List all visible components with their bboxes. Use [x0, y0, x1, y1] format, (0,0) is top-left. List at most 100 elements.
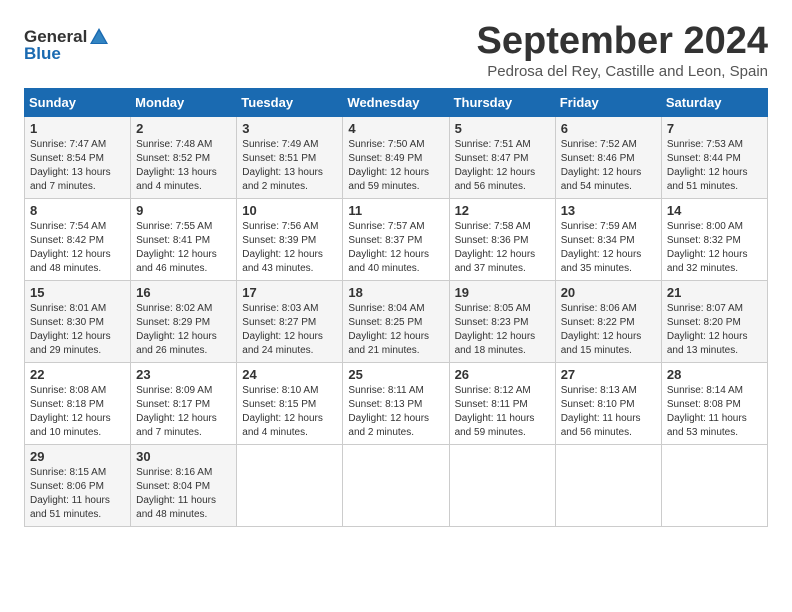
day-info: Sunrise: 8:04 AMSunset: 8:25 PMDaylight:… — [348, 302, 443, 358]
day-number: 11 — [348, 203, 443, 218]
day-cell-20: 20 Sunrise: 8:06 AMSunset: 8:22 PMDayligh… — [555, 281, 661, 363]
day-cell-11: 11 Sunrise: 7:57 AMSunset: 8:37 PMDayligh… — [343, 199, 449, 281]
day-number: 17 — [242, 285, 337, 300]
day-info: Sunrise: 7:53 AMSunset: 8:44 PMDaylight:… — [667, 138, 762, 194]
day-cell-26: 26 Sunrise: 8:12 AMSunset: 8:11 PMDayligh… — [449, 363, 555, 445]
day-number: 12 — [455, 203, 550, 218]
week-row-2: 8Sunrise: 7:54 AMSunset: 8:42 PMDaylight… — [25, 199, 768, 281]
empty-cell — [555, 445, 661, 527]
day-info: Sunrise: 7:54 AMSunset: 8:42 PMDaylight:… — [30, 220, 125, 276]
column-header-sunday: Sunday — [25, 89, 131, 117]
day-info: Sunrise: 8:10 AMSunset: 8:15 PMDaylight:… — [242, 384, 337, 440]
day-info: Sunrise: 8:12 AMSunset: 8:11 PMDaylight:… — [455, 384, 550, 440]
day-cell-27: 27 Sunrise: 8:13 AMSunset: 8:10 PMDayligh… — [555, 363, 661, 445]
day-number: 16 — [136, 285, 231, 300]
day-cell-9: 9 Sunrise: 7:55 AMSunset: 8:41 PMDaylight… — [131, 199, 237, 281]
day-number: 13 — [561, 203, 656, 218]
logo-icon — [88, 26, 110, 48]
day-number: 1 — [30, 121, 125, 136]
day-info: Sunrise: 8:07 AMSunset: 8:20 PMDaylight:… — [667, 302, 762, 358]
day-cell-21: 21 Sunrise: 8:07 AMSunset: 8:20 PMDayligh… — [661, 281, 767, 363]
day-cell-18: 18 Sunrise: 8:04 AMSunset: 8:25 PMDayligh… — [343, 281, 449, 363]
day-number: 23 — [136, 367, 231, 382]
week-row-5: 29Sunrise: 8:15 AMSunset: 8:06 PMDayligh… — [25, 445, 768, 527]
calendar-subtitle: Pedrosa del Rey, Castille and Leon, Spai… — [477, 63, 769, 80]
column-header-saturday: Saturday — [661, 89, 767, 117]
day-cell-19: 19 Sunrise: 8:05 AMSunset: 8:23 PMDayligh… — [449, 281, 555, 363]
day-cell-10: 10 Sunrise: 7:56 AMSunset: 8:39 PMDayligh… — [237, 199, 343, 281]
day-cell-5: 5 Sunrise: 7:51 AMSunset: 8:47 PMDaylight… — [449, 117, 555, 199]
header-row: SundayMondayTuesdayWednesdayThursdayFrid… — [25, 89, 768, 117]
column-header-wednesday: Wednesday — [343, 89, 449, 117]
day-number: 25 — [348, 367, 443, 382]
day-number: 19 — [455, 285, 550, 300]
day-info: Sunrise: 7:49 AMSunset: 8:51 PMDaylight:… — [242, 138, 337, 194]
week-row-1: 1 Sunrise: 7:47 AMSunset: 8:54 PMDaylight… — [25, 117, 768, 199]
empty-cell — [449, 445, 555, 527]
day-cell-23: 23 Sunrise: 8:09 AMSunset: 8:17 PMDayligh… — [131, 363, 237, 445]
day-cell-25: 25 Sunrise: 8:11 AMSunset: 8:13 PMDayligh… — [343, 363, 449, 445]
day-info: Sunrise: 7:56 AMSunset: 8:39 PMDaylight:… — [242, 220, 337, 276]
day-number: 5 — [455, 121, 550, 136]
calendar-table: SundayMondayTuesdayWednesdayThursdayFrid… — [24, 88, 768, 527]
calendar-title: September 2024 — [477, 20, 769, 63]
day-number: 20 — [561, 285, 656, 300]
column-header-monday: Monday — [131, 89, 237, 117]
day-info: Sunrise: 8:05 AMSunset: 8:23 PMDaylight:… — [455, 302, 550, 358]
day-info: Sunrise: 7:52 AMSunset: 8:46 PMDaylight:… — [561, 138, 656, 194]
day-info: Sunrise: 7:55 AMSunset: 8:41 PMDaylight:… — [136, 220, 231, 276]
day-cell-16: 16 Sunrise: 8:02 AMSunset: 8:29 PMDayligh… — [131, 281, 237, 363]
day-info: Sunrise: 7:59 AMSunset: 8:34 PMDaylight:… — [561, 220, 656, 276]
day-info: Sunrise: 8:08 AMSunset: 8:18 PMDaylight:… — [30, 384, 125, 440]
day-number: 29 — [30, 449, 125, 464]
day-number: 27 — [561, 367, 656, 382]
day-number: 14 — [667, 203, 762, 218]
day-info: Sunrise: 8:13 AMSunset: 8:10 PMDaylight:… — [561, 384, 656, 440]
day-info: Sunrise: 8:11 AMSunset: 8:13 PMDaylight:… — [348, 384, 443, 440]
day-number: 18 — [348, 285, 443, 300]
day-number: 10 — [242, 203, 337, 218]
day-number: 22 — [30, 367, 125, 382]
logo: General Blue — [24, 20, 111, 64]
day-number: 7 — [667, 121, 762, 136]
logo-blue: Blue — [24, 44, 61, 64]
day-cell-29: 29Sunrise: 8:15 AMSunset: 8:06 PMDayligh… — [25, 445, 131, 527]
column-header-tuesday: Tuesday — [237, 89, 343, 117]
day-cell-4: 4 Sunrise: 7:50 AMSunset: 8:49 PMDaylight… — [343, 117, 449, 199]
day-number: 4 — [348, 121, 443, 136]
day-info: Sunrise: 8:02 AMSunset: 8:29 PMDaylight:… — [136, 302, 231, 358]
day-cell-30: 30 Sunrise: 8:16 AMSunset: 8:04 PMDayligh… — [131, 445, 237, 527]
day-info: Sunrise: 7:48 AMSunset: 8:52 PMDaylight:… — [136, 138, 231, 194]
day-cell-14: 14Sunrise: 8:00 AMSunset: 8:32 PMDayligh… — [661, 199, 767, 281]
day-cell-13: 13 Sunrise: 7:59 AMSunset: 8:34 PMDayligh… — [555, 199, 661, 281]
week-row-3: 15Sunrise: 8:01 AMSunset: 8:30 PMDayligh… — [25, 281, 768, 363]
day-number: 30 — [136, 449, 231, 464]
day-cell-2: 2Sunrise: 7:48 AMSunset: 8:52 PMDaylight… — [131, 117, 237, 199]
day-info: Sunrise: 7:51 AMSunset: 8:47 PMDaylight:… — [455, 138, 550, 194]
week-row-4: 22 Sunrise: 8:08 AMSunset: 8:18 PMDayligh… — [25, 363, 768, 445]
day-info: Sunrise: 8:03 AMSunset: 8:27 PMDaylight:… — [242, 302, 337, 358]
day-info: Sunrise: 8:09 AMSunset: 8:17 PMDaylight:… — [136, 384, 231, 440]
day-info: Sunrise: 8:01 AMSunset: 8:30 PMDaylight:… — [30, 302, 125, 358]
column-header-friday: Friday — [555, 89, 661, 117]
day-number: 26 — [455, 367, 550, 382]
title-block: September 2024 Pedrosa del Rey, Castille… — [477, 20, 769, 80]
day-info: Sunrise: 8:06 AMSunset: 8:22 PMDaylight:… — [561, 302, 656, 358]
day-info: Sunrise: 8:14 AMSunset: 8:08 PMDaylight:… — [667, 384, 762, 440]
day-number: 21 — [667, 285, 762, 300]
day-cell-8: 8Sunrise: 7:54 AMSunset: 8:42 PMDaylight… — [25, 199, 131, 281]
day-number: 28 — [667, 367, 762, 382]
day-info: Sunrise: 7:50 AMSunset: 8:49 PMDaylight:… — [348, 138, 443, 194]
day-cell-28: 28 Sunrise: 8:14 AMSunset: 8:08 PMDayligh… — [661, 363, 767, 445]
day-info: Sunrise: 8:16 AMSunset: 8:04 PMDaylight:… — [136, 466, 231, 522]
header-section: General Blue September 2024 Pedrosa del … — [24, 20, 768, 80]
day-number: 24 — [242, 367, 337, 382]
day-info: Sunrise: 7:47 AMSunset: 8:54 PMDaylight:… — [30, 138, 125, 194]
day-cell-17: 17 Sunrise: 8:03 AMSunset: 8:27 PMDayligh… — [237, 281, 343, 363]
day-cell-6: 6 Sunrise: 7:52 AMSunset: 8:46 PMDaylight… — [555, 117, 661, 199]
empty-cell — [343, 445, 449, 527]
day-info: Sunrise: 7:57 AMSunset: 8:37 PMDaylight:… — [348, 220, 443, 276]
day-number: 6 — [561, 121, 656, 136]
day-number: 9 — [136, 203, 231, 218]
day-number: 3 — [242, 121, 337, 136]
